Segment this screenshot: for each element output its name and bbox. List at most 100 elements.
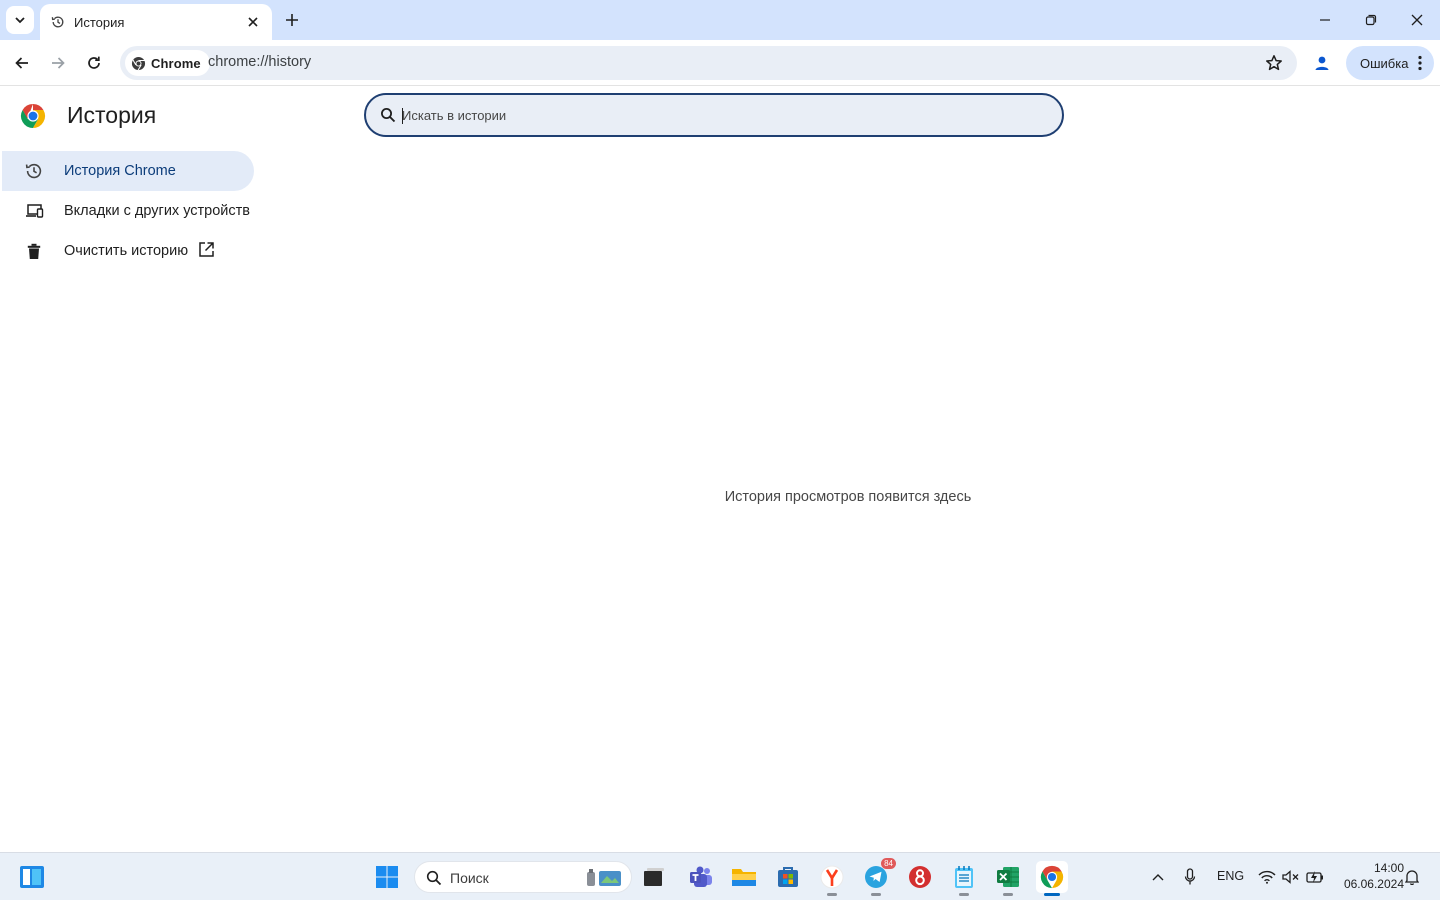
trash-icon	[24, 241, 44, 261]
taskbar-search-label: Поиск	[450, 870, 489, 886]
chrome-logo-icon	[131, 56, 146, 70]
wifi-button[interactable]	[1254, 861, 1280, 893]
store-icon	[778, 867, 798, 887]
more-vert-icon	[1418, 55, 1422, 71]
sidebar-item-label: Вкладки с других устройств	[64, 203, 250, 219]
empty-history-message: История просмотров появится здесь	[724, 489, 972, 505]
teams-app[interactable]	[685, 861, 717, 893]
running-indicator	[1044, 893, 1060, 896]
profile-button[interactable]	[1308, 49, 1336, 77]
restore-icon	[1365, 14, 1377, 26]
error-menu-button[interactable]: Ошибка	[1346, 46, 1434, 80]
history-icon	[24, 161, 44, 181]
new-tab-button[interactable]	[280, 8, 304, 32]
notepad-app[interactable]	[948, 861, 980, 896]
start-button[interactable]	[371, 861, 403, 893]
text-caret	[402, 108, 403, 124]
sidebar-item-label: Очистить историю	[64, 243, 189, 259]
error-label: Ошибка	[1360, 55, 1409, 71]
plus-icon	[286, 14, 298, 26]
reload-button[interactable]	[79, 48, 109, 78]
running-indicator	[1003, 893, 1013, 896]
running-indicator	[871, 893, 881, 896]
reload-icon	[88, 56, 100, 69]
url-text[interactable]: chrome://history	[208, 54, 311, 70]
task-view-button[interactable]	[638, 861, 670, 893]
page-title: История	[67, 102, 157, 128]
notification-badge: 84	[881, 858, 896, 869]
person-icon	[1315, 56, 1329, 70]
running-indicator	[959, 893, 969, 896]
sidebar-item-clear-history[interactable]: Очистить историю	[2, 231, 254, 271]
battery-button[interactable]	[1302, 861, 1328, 893]
sidebar-item-chrome-history[interactable]: История Chrome	[2, 151, 254, 191]
clock[interactable]: 14:00 06.06.2024	[1332, 860, 1404, 892]
minimize-button[interactable]	[1302, 0, 1348, 40]
arrow-right-icon	[52, 57, 65, 69]
devices-icon	[24, 201, 44, 221]
yandex-icon	[820, 865, 844, 889]
tab-title: История	[74, 14, 125, 30]
restore-button[interactable]	[1348, 0, 1394, 40]
close-icon	[1411, 14, 1423, 26]
close-window-button[interactable]	[1394, 0, 1440, 40]
tab-history[interactable]: История	[40, 4, 272, 40]
windows-taskbar: Поиск 84 ENG 14:00 06.06.2024	[0, 852, 1440, 900]
notifications-button[interactable]	[1398, 861, 1426, 893]
telegram-app[interactable]: 84	[860, 858, 896, 896]
clock-time: 14:00	[1373, 861, 1404, 875]
running-indicator	[827, 893, 837, 896]
excel-app[interactable]	[992, 861, 1024, 896]
chevron-up-icon	[1152, 874, 1164, 881]
volume-button[interactable]	[1278, 861, 1304, 893]
widgets-button[interactable]	[16, 861, 48, 893]
chrome-logo-icon	[20, 104, 46, 128]
show-hidden-icons-button[interactable]	[1144, 861, 1172, 893]
tab-search-button[interactable]	[6, 6, 34, 34]
search-icon	[426, 870, 442, 886]
search-icon	[381, 108, 396, 123]
widgets-icon	[20, 866, 44, 888]
microphone-button[interactable]	[1176, 861, 1204, 893]
excel-icon	[997, 867, 1019, 887]
yandex-browser-app[interactable]	[816, 861, 848, 896]
site-info-chip[interactable]: Chrome	[125, 50, 210, 76]
language-indicator[interactable]: ENG	[1217, 869, 1244, 883]
history-search-box[interactable]	[364, 93, 1064, 137]
sidebar-item-label: История Chrome	[64, 163, 176, 179]
volume-muted-icon	[1282, 870, 1299, 884]
search-highlight-icon	[587, 869, 621, 886]
close-tab-icon[interactable]	[244, 13, 262, 31]
back-button[interactable]	[7, 48, 37, 78]
microsoft-store-app[interactable]	[772, 861, 804, 893]
teams-icon	[690, 866, 712, 887]
chrome-app[interactable]	[1036, 861, 1068, 896]
arrow-left-icon	[15, 57, 28, 69]
bookmark-star-button[interactable]	[1263, 52, 1285, 74]
minimize-icon	[1320, 19, 1330, 21]
task-view-icon	[644, 868, 664, 886]
app-8-button[interactable]	[904, 861, 936, 893]
tab-strip: История	[0, 0, 1440, 40]
file-explorer-app[interactable]	[728, 861, 760, 893]
forward-button[interactable]	[43, 48, 73, 78]
taskbar-search[interactable]: Поиск	[414, 861, 632, 893]
history-search-input[interactable]	[402, 105, 1022, 125]
app-8-icon	[909, 866, 931, 888]
clock-date: 06.06.2024	[1343, 877, 1404, 891]
windows-logo-icon	[376, 866, 398, 888]
chip-label: Chrome	[151, 55, 201, 71]
wifi-icon	[1258, 870, 1276, 884]
browser-toolbar: Chrome chrome://history Ошибка	[0, 40, 1440, 86]
address-bar[interactable]: Chrome chrome://history	[120, 46, 1297, 80]
bell-icon	[1405, 870, 1419, 885]
microphone-icon	[1184, 868, 1196, 885]
history-icon	[50, 14, 66, 30]
chevron-down-icon	[15, 17, 25, 24]
chrome-logo-icon	[1040, 865, 1064, 889]
battery-charging-icon	[1306, 871, 1323, 883]
sidebar-item-other-devices[interactable]: Вкладки с других устройств	[2, 191, 254, 231]
notepad-icon	[955, 866, 973, 888]
open-in-new-icon	[199, 242, 214, 257]
star-icon	[1266, 55, 1282, 71]
